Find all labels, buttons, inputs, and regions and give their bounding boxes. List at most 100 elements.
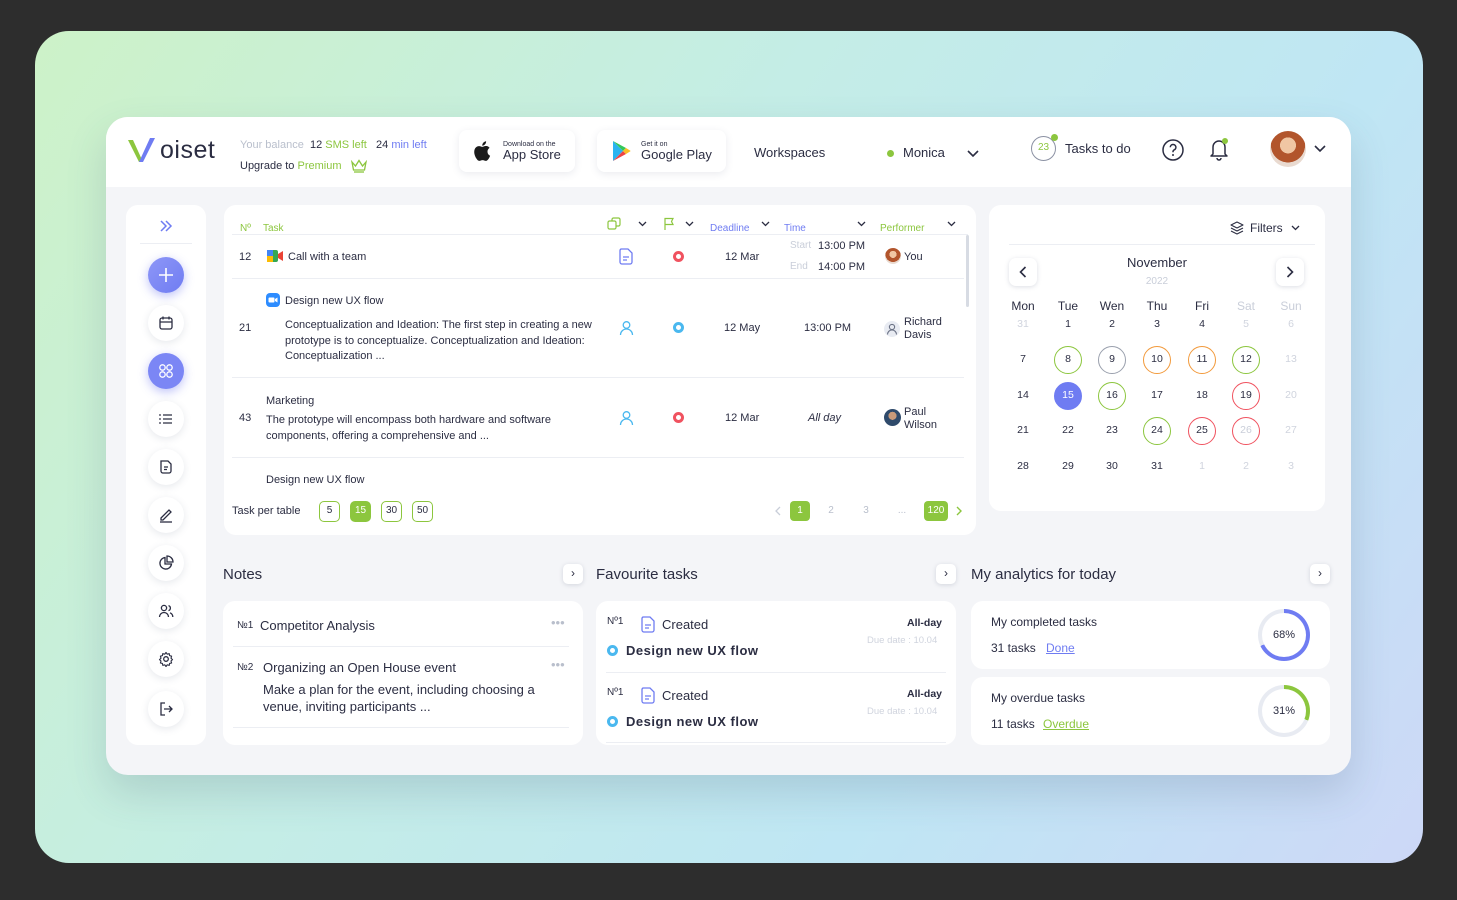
calendar-day[interactable]: 3 bbox=[1277, 453, 1305, 481]
overdue-count: 11 tasks bbox=[991, 717, 1035, 731]
workspace-selector[interactable]: Monica bbox=[887, 145, 979, 160]
logo[interactable]: oiset bbox=[126, 134, 215, 166]
calendar-day[interactable]: 22 bbox=[1054, 417, 1082, 445]
calendar-day[interactable]: 23 bbox=[1098, 417, 1126, 445]
calendar-day[interactable]: 14 bbox=[1009, 382, 1037, 410]
calendar-day[interactable]: 13 bbox=[1277, 346, 1305, 374]
copy-icon[interactable] bbox=[607, 217, 621, 231]
calendar-day[interactable]: 18 bbox=[1188, 382, 1216, 410]
calendar-day[interactable]: 31 bbox=[1009, 311, 1037, 339]
google-play-button[interactable]: Get it on Google Play bbox=[597, 130, 726, 172]
calendar-day[interactable]: 12 bbox=[1232, 346, 1260, 374]
calendar-day[interactable]: 25 bbox=[1188, 417, 1216, 445]
calendar-day[interactable]: 9 bbox=[1098, 346, 1126, 374]
calendar-year: 2022 bbox=[1145, 276, 1169, 287]
sidebar-item-list[interactable] bbox=[148, 401, 184, 437]
prev-month-button[interactable] bbox=[1009, 258, 1037, 286]
calendar-day[interactable]: 3 bbox=[1143, 311, 1171, 339]
more-icon[interactable]: ••• bbox=[551, 615, 565, 630]
sidebar-item-analytics[interactable] bbox=[148, 545, 184, 581]
tasks-to-do-link[interactable]: Tasks to do bbox=[1065, 141, 1131, 156]
calendar-day[interactable]: 2 bbox=[1232, 453, 1260, 481]
help-icon[interactable] bbox=[1161, 138, 1185, 162]
sms-label: SMS left bbox=[325, 139, 367, 151]
page-last[interactable]: 120 bbox=[924, 501, 948, 521]
per-table-option-15[interactable]: 15 bbox=[350, 501, 371, 522]
sidebar-item-edit[interactable] bbox=[148, 497, 184, 533]
done-link[interactable]: Done bbox=[1046, 641, 1075, 655]
calendar-day[interactable]: 17 bbox=[1143, 382, 1171, 410]
calendar-day[interactable]: 8 bbox=[1054, 346, 1082, 374]
calendar-day[interactable]: 2 bbox=[1098, 311, 1126, 339]
calendar-day[interactable]: 11 bbox=[1188, 346, 1216, 374]
sidebar-divider bbox=[140, 243, 192, 244]
col-header-time[interactable]: Time bbox=[784, 223, 806, 234]
calendar-day[interactable]: 15 bbox=[1054, 382, 1082, 410]
filters-button[interactable]: Filters bbox=[1230, 221, 1300, 235]
sidebar-item-dashboard[interactable] bbox=[148, 353, 184, 389]
calendar-day[interactable]: 26 bbox=[1232, 417, 1260, 445]
col-header-performer[interactable]: Performer bbox=[880, 223, 924, 234]
chevron-left-icon[interactable] bbox=[774, 506, 781, 516]
calendar-day[interactable]: 7 bbox=[1009, 346, 1037, 374]
chevron-down-icon[interactable] bbox=[947, 221, 956, 227]
calendar-day[interactable]: 27 bbox=[1277, 417, 1305, 445]
page-2[interactable]: 2 bbox=[821, 501, 841, 521]
page-1[interactable]: 1 bbox=[790, 501, 810, 521]
chevron-down-icon[interactable] bbox=[1314, 145, 1326, 153]
bell-icon[interactable] bbox=[1207, 136, 1231, 162]
flag-icon[interactable] bbox=[663, 217, 675, 231]
chevron-down-icon[interactable] bbox=[761, 221, 770, 227]
chevron-down-icon[interactable] bbox=[638, 221, 647, 227]
sidebar-item-settings[interactable] bbox=[148, 641, 184, 677]
user-avatar[interactable] bbox=[1270, 131, 1306, 167]
user-icon[interactable] bbox=[619, 410, 634, 426]
favourites-open-button[interactable]: › bbox=[936, 564, 956, 584]
row-title[interactable]: Design new UX flow bbox=[266, 474, 364, 486]
performer-first-name: Paul bbox=[904, 406, 927, 418]
expand-icon[interactable] bbox=[159, 220, 173, 232]
per-table-option-50[interactable]: 50 bbox=[412, 501, 433, 522]
chevron-down-icon[interactable] bbox=[857, 221, 866, 227]
col-header-task[interactable]: Task bbox=[263, 223, 284, 234]
add-button[interactable] bbox=[148, 257, 184, 293]
app-store-button[interactable]: Download on the App Store bbox=[459, 130, 575, 172]
premium-link[interactable]: Premium bbox=[298, 160, 342, 172]
calendar-day[interactable]: 30 bbox=[1098, 453, 1126, 481]
row-number: 43 bbox=[239, 412, 252, 424]
more-icon[interactable]: ••• bbox=[551, 657, 565, 672]
calendar-day[interactable]: 21 bbox=[1009, 417, 1037, 445]
user-icon[interactable] bbox=[619, 320, 634, 336]
sidebar-item-logout[interactable] bbox=[148, 691, 184, 727]
col-header-deadline[interactable]: Deadline bbox=[710, 223, 749, 234]
calendar-day[interactable]: 5 bbox=[1232, 311, 1260, 339]
calendar-day[interactable]: 1 bbox=[1188, 453, 1216, 481]
overdue-link[interactable]: Overdue bbox=[1043, 717, 1089, 731]
table-scrollbar[interactable] bbox=[966, 235, 969, 307]
per-table-option-30[interactable]: 30 bbox=[381, 501, 402, 522]
sidebar-item-team[interactable] bbox=[148, 593, 184, 629]
calendar-day[interactable]: 20 bbox=[1277, 382, 1305, 410]
calendar-day[interactable]: 10 bbox=[1143, 346, 1171, 374]
per-table-option-5[interactable]: 5 bbox=[319, 501, 340, 522]
calendar-day[interactable]: 24 bbox=[1143, 417, 1171, 445]
sidebar-item-notes[interactable] bbox=[148, 449, 184, 485]
analytics-open-button[interactable]: › bbox=[1310, 564, 1330, 584]
chevron-right-icon[interactable] bbox=[956, 506, 963, 516]
calendar-day[interactable]: 19 bbox=[1232, 382, 1260, 410]
workspaces-link[interactable]: Workspaces bbox=[754, 145, 825, 160]
page-3[interactable]: 3 bbox=[856, 501, 876, 521]
chevron-down-icon[interactable] bbox=[685, 221, 694, 227]
calendar-day[interactable]: 4 bbox=[1188, 311, 1216, 339]
notes-open-button[interactable]: › bbox=[563, 564, 583, 584]
next-month-button[interactable] bbox=[1276, 258, 1304, 286]
calendar-day[interactable]: 31 bbox=[1143, 453, 1171, 481]
sidebar-item-calendar[interactable] bbox=[148, 305, 184, 341]
calendar-day[interactable]: 6 bbox=[1277, 311, 1305, 339]
document-icon[interactable] bbox=[618, 248, 634, 265]
calendar-day[interactable]: 16 bbox=[1098, 382, 1126, 410]
calendar-day[interactable]: 28 bbox=[1009, 453, 1037, 481]
calendar-day[interactable]: 29 bbox=[1054, 453, 1082, 481]
calendar-day[interactable]: 1 bbox=[1054, 311, 1082, 339]
tasks-count-badge[interactable]: 23 bbox=[1031, 134, 1058, 161]
